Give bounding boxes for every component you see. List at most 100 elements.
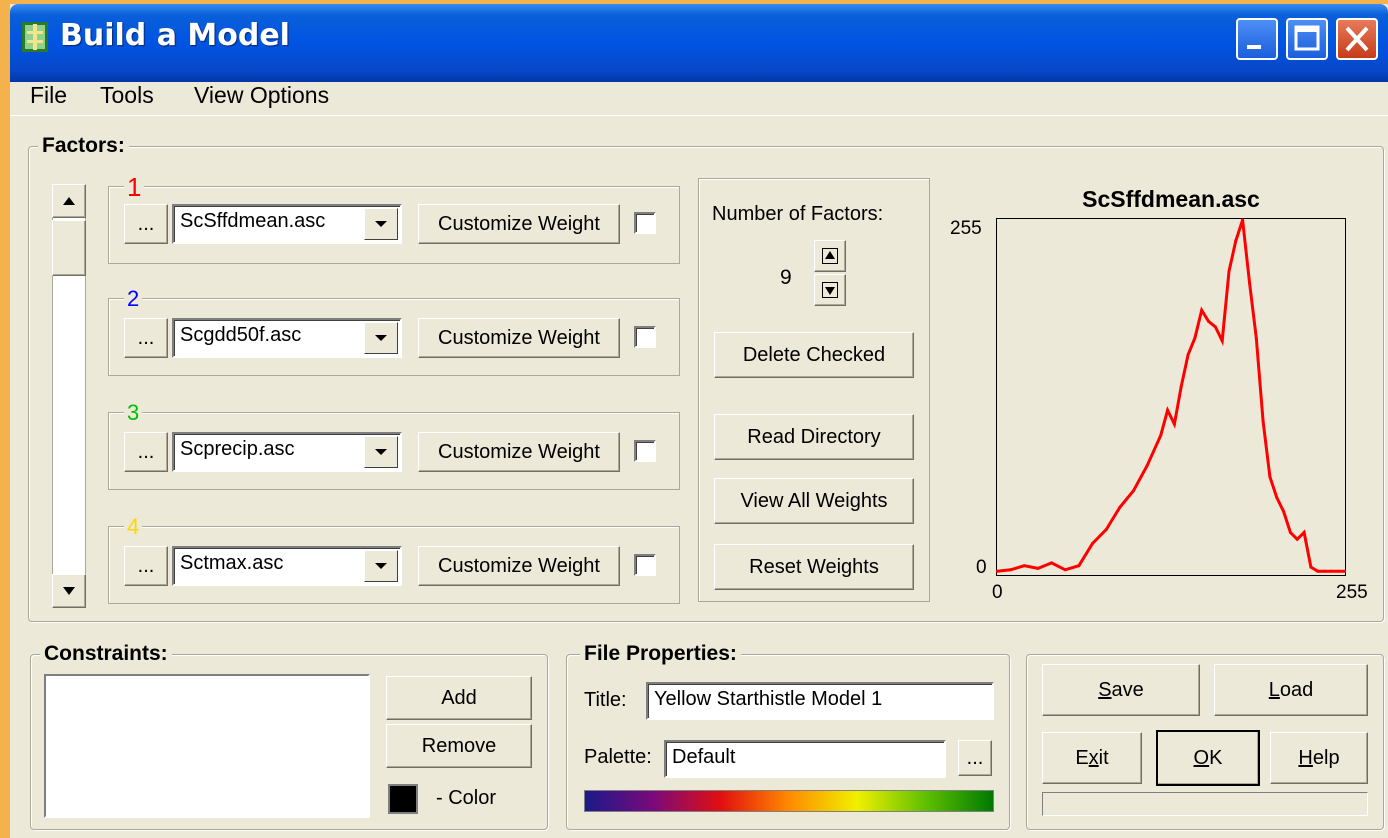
factor-checkbox-1[interactable] <box>634 212 656 234</box>
factor-dropdown-button-4[interactable] <box>364 550 398 582</box>
factor-count-up-button[interactable] <box>814 240 846 272</box>
histogram-series-line <box>996 219 1345 573</box>
save-button[interactable]: Save <box>1042 664 1200 716</box>
arrow-down-icon <box>63 587 75 595</box>
number-of-factors-value: 9 <box>780 266 792 289</box>
histogram-point <box>1036 566 1040 570</box>
constraints-list[interactable] <box>44 674 370 818</box>
close-icon <box>1345 26 1369 52</box>
customize-weight-button-1[interactable]: Customize Weight <box>418 204 620 244</box>
factor-file-value-2: Scgdd50f.asc <box>180 324 302 346</box>
histogram-point <box>1207 319 1210 323</box>
factor-checkbox-4[interactable] <box>634 554 656 576</box>
customize-weight-button-3[interactable]: Customize Weight <box>418 432 620 472</box>
exit-button[interactable]: Ex it <box>1042 732 1142 784</box>
window-title: Build a Model <box>60 18 290 53</box>
title-input-value: Yellow Starthistle Model 1 <box>654 688 883 710</box>
maximize-button[interactable] <box>1286 18 1328 60</box>
histogram-point <box>1275 496 1279 500</box>
ok-button[interactable]: OK <box>1156 730 1260 786</box>
palette-label: Palette: <box>584 746 652 768</box>
histogram-point <box>1323 569 1326 573</box>
histogram-point <box>1077 564 1081 568</box>
factor-count-down-button[interactable] <box>814 274 846 306</box>
arrow-up-icon <box>822 248 838 264</box>
histogram-point <box>1288 530 1292 534</box>
arrow-down-icon <box>822 282 838 298</box>
load-button[interactable]: Load <box>1214 664 1368 716</box>
histogram-point <box>1213 325 1217 329</box>
chevron-down-icon <box>375 449 387 455</box>
histogram-point <box>1009 568 1013 572</box>
factor-number-4: 4 <box>124 514 143 540</box>
add-constraint-button[interactable]: Add <box>386 676 532 720</box>
palette-input[interactable]: Default <box>664 740 946 778</box>
constraint-color-swatch[interactable] <box>388 784 418 814</box>
histogram-point <box>1261 419 1265 423</box>
histogram-title: ScSffdmean.asc <box>1082 186 1260 212</box>
factor-file-value-1: ScSffdmean.asc <box>180 210 326 232</box>
view-all-weights-button[interactable]: View All Weights <box>714 478 914 524</box>
histogram-point <box>1104 528 1108 532</box>
factor-file-value-3: Scprecip.asc <box>180 438 295 460</box>
histogram-chart <box>996 218 1346 576</box>
close-button[interactable] <box>1336 18 1378 60</box>
factor-number-1: 1 <box>124 172 145 203</box>
read-directory-button[interactable]: Read Directory <box>714 414 914 460</box>
factors-label: Factors: <box>38 134 129 158</box>
factor-browse-button-2[interactable]: ... <box>124 318 168 358</box>
help-button[interactable]: Help <box>1270 732 1368 784</box>
histogram-point <box>1282 510 1286 513</box>
delete-checked-button[interactable]: Delete Checked <box>714 332 914 378</box>
factor-checkbox-2[interactable] <box>634 326 656 348</box>
minimize-icon <box>1247 45 1261 49</box>
factor-dropdown-button-1[interactable] <box>364 208 398 240</box>
scroll-thumb[interactable] <box>52 220 86 276</box>
palette-gradient-bar <box>584 790 994 812</box>
histogram-plot-frame <box>996 218 1346 576</box>
factor-browse-button-3[interactable]: ... <box>124 432 168 472</box>
histogram-point <box>1336 569 1340 573</box>
chevron-down-icon <box>375 221 387 227</box>
title-input[interactable]: Yellow Starthistle Model 1 <box>646 682 994 720</box>
menu-view-options[interactable]: View Options <box>194 82 329 109</box>
menu-tools[interactable]: Tools <box>100 82 154 109</box>
factor-file-value-4: Sctmax.asc <box>180 552 284 574</box>
scroll-down-button[interactable] <box>52 574 86 608</box>
factor-dropdown-button-2[interactable] <box>364 322 398 354</box>
title-label: Title: <box>584 689 627 711</box>
histogram-point <box>1220 339 1224 343</box>
histogram-point <box>1172 422 1176 426</box>
histogram-point <box>1268 475 1272 479</box>
customize-weight-button-2[interactable]: Customize Weight <box>418 318 620 358</box>
histogram-y-min-label: 0 <box>976 557 987 578</box>
reset-weights-button[interactable]: Reset Weights <box>714 544 914 590</box>
histogram-point <box>1166 408 1170 412</box>
histogram-point <box>1091 542 1094 545</box>
histogram-point <box>1309 565 1313 569</box>
arrow-up-icon <box>63 197 75 205</box>
menu-file[interactable]: File <box>30 82 67 109</box>
constraint-color-label: - Color <box>436 787 497 809</box>
histogram-point <box>1295 537 1299 541</box>
factor-browse-button-4[interactable]: ... <box>124 546 168 586</box>
histogram-point <box>1316 569 1320 573</box>
histogram-point <box>1179 385 1183 389</box>
app-icon <box>22 22 48 52</box>
maximize-icon <box>1294 25 1320 51</box>
histogram-point <box>1118 505 1122 509</box>
factor-checkbox-3[interactable] <box>634 440 656 462</box>
factor-dropdown-button-3[interactable] <box>364 436 398 468</box>
histogram-point <box>1241 218 1245 222</box>
histogram-y-max-label: 255 <box>950 218 982 239</box>
factor-number-3: 3 <box>124 400 143 426</box>
remove-constraint-button[interactable]: Remove <box>386 724 532 768</box>
histogram-point <box>1132 489 1135 493</box>
minimize-button[interactable] <box>1236 18 1278 60</box>
customize-weight-button-4[interactable]: Customize Weight <box>418 546 620 586</box>
factor-browse-button-1[interactable]: ... <box>124 204 168 244</box>
scroll-up-button[interactable] <box>52 184 86 218</box>
histogram-x-min-label: 0 <box>992 582 1003 603</box>
palette-browse-button[interactable]: ... <box>958 740 992 776</box>
progress-bar <box>1042 792 1368 816</box>
